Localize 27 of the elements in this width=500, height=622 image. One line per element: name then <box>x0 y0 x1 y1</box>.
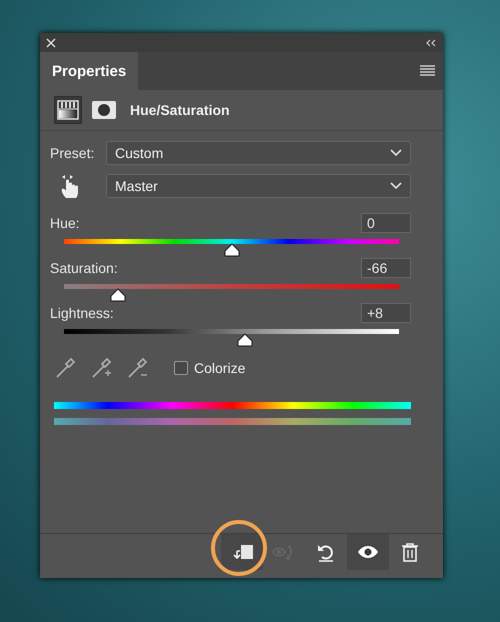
caret-icon <box>390 149 402 157</box>
eyedropper-minus-icon[interactable] <box>126 356 150 380</box>
properties-tab[interactable]: Properties <box>40 52 138 90</box>
collapse-icon[interactable] <box>425 38 437 46</box>
adjustment-mode-button[interactable] <box>54 96 82 124</box>
caret-icon <box>390 182 402 190</box>
menu-icon[interactable] <box>420 65 435 77</box>
adjustment-icon <box>57 100 79 120</box>
value-field[interactable]: 0 <box>361 213 411 233</box>
eyedropper-icon[interactable] <box>54 356 78 380</box>
value-field[interactable]: -66 <box>361 258 411 278</box>
eye-icon <box>357 544 379 560</box>
slider-label: Saturation: <box>50 260 118 276</box>
visibility-button[interactable] <box>347 534 389 570</box>
channel-dropdown[interactable]: Master <box>106 174 411 198</box>
trash-icon <box>401 542 419 562</box>
eyedropper-plus-icon[interactable] <box>90 356 114 380</box>
preset-dropdown[interactable]: Custom <box>106 141 411 165</box>
clip-button[interactable] <box>221 534 263 570</box>
colorize-checkbox[interactable]: Colorize <box>174 360 246 376</box>
slider-label: Lightness: <box>50 305 114 321</box>
preset-label: Preset: <box>50 145 96 161</box>
adjustment-title: Hue/Saturation <box>130 102 230 118</box>
value-field[interactable]: +8 <box>361 303 411 323</box>
slider-label: Hue: <box>50 215 80 231</box>
close-icon[interactable] <box>46 38 56 48</box>
mask-icon <box>92 101 116 119</box>
